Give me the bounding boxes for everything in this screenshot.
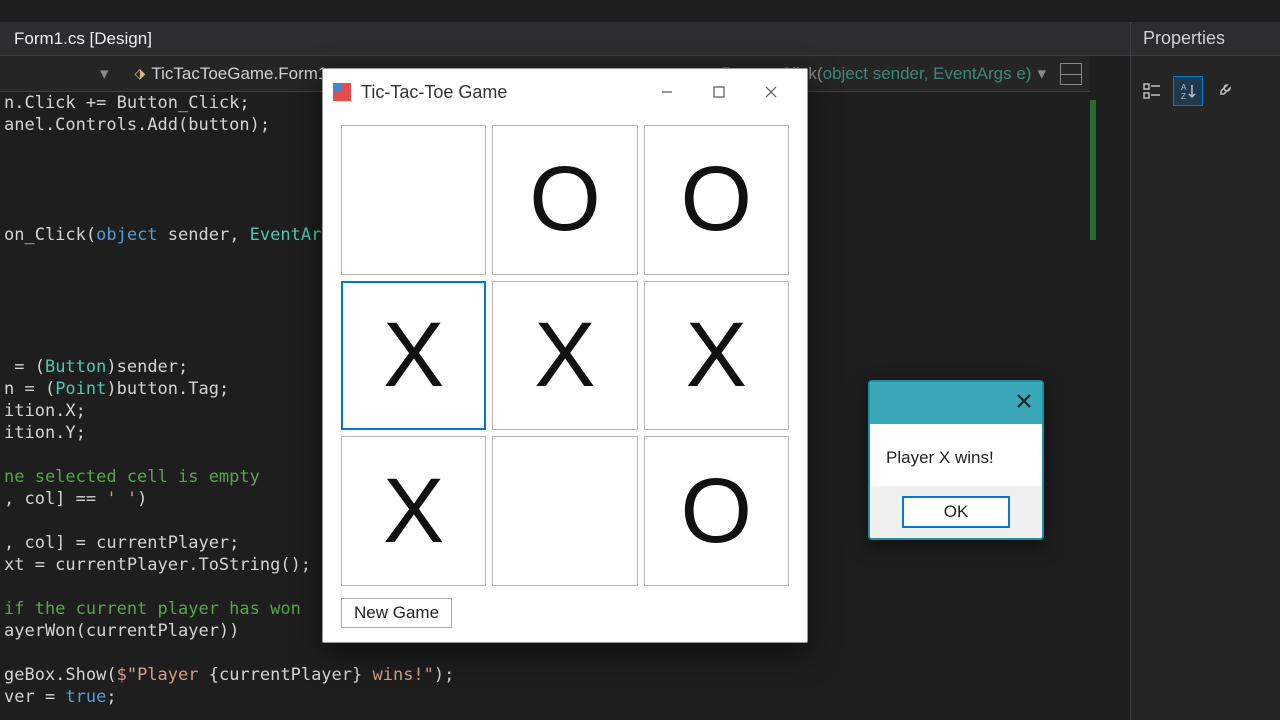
new-game-button[interactable]: New Game <box>341 598 452 628</box>
properties-title: Properties <box>1131 22 1280 56</box>
split-editor-icon[interactable] <box>1060 63 1082 85</box>
chevron-down-icon[interactable]: ▾ <box>0 64 115 84</box>
board-cell-4[interactable]: X <box>492 281 637 431</box>
game-board: OOXXXXO <box>323 115 807 592</box>
minimize-button[interactable] <box>641 69 693 115</box>
breadcrumb-method-sig[interactable]: object sender, EventArgs e) <box>823 64 1032 84</box>
messagebox-text: Player X wins! <box>870 424 1042 486</box>
maximize-button[interactable] <box>693 69 745 115</box>
ide-tab-label: Form1.cs [Design] <box>14 29 152 49</box>
svg-text:Z: Z <box>1181 92 1186 100</box>
board-cell-7[interactable] <box>492 436 637 586</box>
winforms-app-icon <box>333 83 351 101</box>
board-cell-8[interactable]: O <box>644 436 789 586</box>
board-cell-6[interactable]: X <box>341 436 486 586</box>
properties-panel: Properties AZ <box>1130 22 1280 720</box>
alphabetical-icon[interactable]: AZ <box>1173 76 1203 106</box>
properties-toolbar: AZ <box>1131 56 1280 126</box>
code-line[interactable]: geBox.Show($"Player {currentPlayer} wins… <box>4 664 1090 686</box>
class-icon: ⬗ <box>135 65 146 82</box>
change-marker <box>1090 100 1096 240</box>
breadcrumb-class[interactable]: TicTacToeGame.Form1 <box>151 64 327 84</box>
board-cell-2[interactable]: O <box>644 125 789 275</box>
close-button[interactable] <box>745 69 797 115</box>
ide-tab-form1[interactable]: Form1.cs [Design] <box>0 22 166 55</box>
ide-tab-bar: Form1.cs [Design] ▼ ⚙ <box>0 22 1280 56</box>
messagebox: Player X wins! OK <box>868 380 1044 540</box>
svg-text:A: A <box>1181 83 1187 92</box>
board-cell-1[interactable]: O <box>492 125 637 275</box>
board-cell-3[interactable]: X <box>341 281 486 431</box>
wrench-icon[interactable] <box>1209 76 1239 106</box>
code-line[interactable]: ver = true; <box>4 686 1090 708</box>
window-titlebar[interactable]: Tic-Tac-Toe Game <box>323 69 807 115</box>
tictactoe-window: Tic-Tac-Toe Game OOXXXXO New Game <box>322 68 808 643</box>
messagebox-titlebar[interactable] <box>870 382 1042 424</box>
close-icon[interactable] <box>1016 393 1032 414</box>
board-cell-0[interactable] <box>341 125 486 275</box>
categorized-icon[interactable] <box>1137 76 1167 106</box>
board-cell-5[interactable]: X <box>644 281 789 431</box>
chevron-down-icon[interactable]: ▾ <box>1031 64 1052 84</box>
ok-button[interactable]: OK <box>902 496 1010 528</box>
code-line[interactable] <box>4 642 1090 664</box>
window-title-text: Tic-Tac-Toe Game <box>361 82 507 103</box>
